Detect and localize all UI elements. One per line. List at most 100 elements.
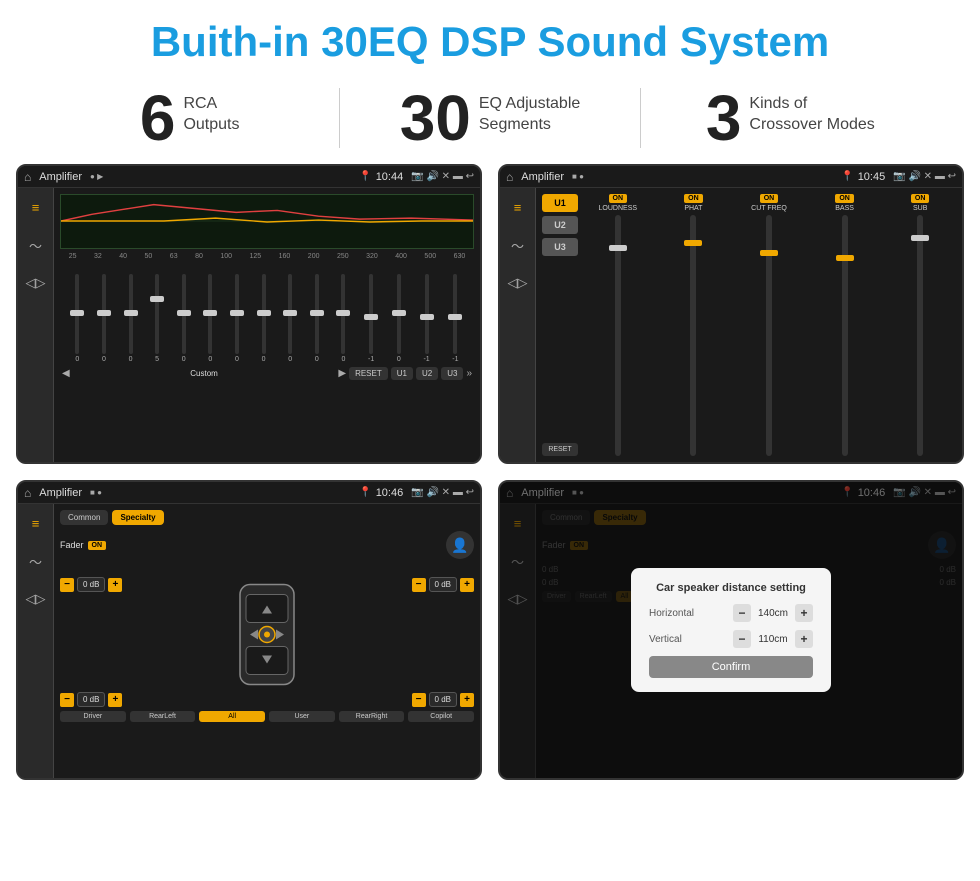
status-dots-3: ■ ●: [90, 488, 102, 497]
prev-arrow[interactable]: ◀: [62, 368, 70, 379]
stats-row: 6 RCAOutputs 30 EQ AdjustableSegments 3 …: [0, 76, 980, 164]
speaker-icon-2[interactable]: ◁▷: [505, 270, 531, 296]
tl-minus-btn[interactable]: −: [60, 578, 74, 592]
home-icon-3[interactable]: ⌂: [24, 486, 31, 500]
tab-specialty[interactable]: Specialty: [112, 510, 163, 525]
divider-2: [640, 88, 641, 148]
bass-slider[interactable]: [842, 215, 848, 456]
tab-common[interactable]: Common: [60, 510, 108, 525]
speaker-icon[interactable]: ◁▷: [23, 270, 49, 296]
ch-loudness: ON LOUDNESS: [582, 194, 654, 456]
u1-channel-btn[interactable]: U1: [542, 194, 578, 212]
status-dots-2: ■ ●: [572, 172, 584, 181]
location-icon-2: 📍: [841, 171, 853, 182]
screen-eq: ⌂ Amplifier ● ▶ 📍 10:44 📷 🔊 ✕ ▬ ↩ ≡ 〜 ◁▷: [16, 164, 482, 464]
speaker-control-tr: − 0 dB +: [412, 577, 474, 592]
eq-icon-3[interactable]: ≡: [23, 510, 49, 536]
sub-on-badge: ON: [911, 194, 930, 203]
speaker-layout: − 0 dB + − 0 dB +: [60, 567, 474, 707]
dialog-overlay: Car speaker distance setting Horizontal …: [500, 482, 962, 778]
bl-vol-value: 0 dB: [77, 692, 105, 707]
fader-header: Fader ON 👤: [60, 531, 474, 559]
horizontal-label: Horizontal: [649, 608, 694, 619]
cutfreq-label: CUT FREQ: [751, 205, 787, 212]
eq-sliders: 0 0 0 5 0 0 0 0 0 0 0 -1 0 -1 -1: [60, 263, 474, 363]
stat-number-eq: 30: [400, 86, 471, 150]
eq-icon[interactable]: ≡: [23, 194, 49, 220]
user-btn[interactable]: User: [269, 711, 335, 722]
status-bar-2: ⌂ Amplifier ■ ● 📍 10:45 📷 🔊 ✕ ▬ ↩: [500, 166, 962, 188]
rear-right-btn[interactable]: RearRight: [339, 711, 405, 722]
screens-grid: ⌂ Amplifier ● ▶ 📍 10:44 📷 🔊 ✕ ▬ ↩ ≡ 〜 ◁▷: [0, 164, 980, 796]
br-plus-btn[interactable]: +: [460, 693, 474, 707]
loudness-on-badge: ON: [609, 194, 628, 203]
u1-btn[interactable]: U1: [391, 367, 413, 380]
reset-btn[interactable]: RESET: [349, 367, 388, 380]
amp2-reset-btn[interactable]: RESET: [542, 443, 578, 456]
tr-vol-value: 0 dB: [429, 577, 457, 592]
all-btn[interactable]: All: [199, 711, 265, 722]
bl-minus-btn[interactable]: −: [60, 693, 74, 707]
distance-dialog: Car speaker distance setting Horizontal …: [631, 568, 831, 692]
vertical-plus-btn[interactable]: +: [795, 630, 813, 648]
ch-cutfreq: ON CUT FREQ: [733, 194, 805, 456]
app-title-3: Amplifier: [39, 487, 82, 499]
horizontal-plus-btn[interactable]: +: [795, 604, 813, 622]
wave-icon-3[interactable]: 〜: [23, 548, 49, 574]
ch-phat: ON PHAT: [658, 194, 730, 456]
copilot-btn[interactable]: Copilot: [408, 711, 474, 722]
screen-dialog: ⌂ Amplifier ■ ● 📍 10:46 📷 🔊 ✕ ▬ ↩ ≡ 〜 ◁▷…: [498, 480, 964, 780]
divider-1: [339, 88, 340, 148]
rear-left-btn[interactable]: RearLeft: [130, 711, 196, 722]
fader-content: Common Specialty Fader ON 👤 − 0 dB +: [54, 504, 480, 778]
dialog-vertical-row: Vertical − 110cm +: [649, 630, 813, 648]
phat-slider[interactable]: [690, 215, 696, 456]
amp2-content: U1 U2 U3 RESET ON LOUDNESS: [536, 188, 962, 462]
more-arrow[interactable]: »: [466, 368, 472, 379]
location-icon-1: 📍: [359, 171, 371, 182]
u3-btn[interactable]: U3: [441, 367, 463, 380]
home-icon-1[interactable]: ⌂: [24, 170, 31, 184]
controls-icons-1: 📷 🔊 ✕ ▬ ↩: [411, 171, 474, 182]
u3-channel-btn[interactable]: U3: [542, 238, 578, 256]
stat-text-crossover: Kinds ofCrossover Modes: [749, 86, 874, 136]
u2-btn[interactable]: U2: [416, 367, 438, 380]
left-sidebar-3: ≡ 〜 ◁▷: [18, 504, 54, 778]
next-arrow[interactable]: ▶: [338, 368, 346, 379]
status-dots-1: ● ▶: [90, 172, 103, 181]
bl-plus-btn[interactable]: +: [108, 693, 122, 707]
tr-minus-btn[interactable]: −: [412, 578, 426, 592]
horizontal-value: 140cm: [755, 608, 791, 619]
sub-slider[interactable]: [917, 215, 923, 456]
loudness-slider[interactable]: [615, 215, 621, 456]
wave-icon-2[interactable]: 〜: [505, 232, 531, 258]
stat-number-rca: 6: [140, 86, 176, 150]
profile-icon[interactable]: 👤: [446, 531, 474, 559]
cutfreq-slider[interactable]: [766, 215, 772, 456]
fader-on-badge: ON: [88, 541, 107, 550]
dialog-title: Car speaker distance setting: [649, 582, 813, 594]
screen-amp2: ⌂ Amplifier ■ ● 📍 10:45 📷 🔊 ✕ ▬ ↩ ≡ 〜 ◁▷…: [498, 164, 964, 464]
home-icon-2[interactable]: ⌂: [506, 170, 513, 184]
tr-plus-btn[interactable]: +: [460, 578, 474, 592]
tl-vol-value: 0 dB: [77, 577, 105, 592]
amp2-channels: ON LOUDNESS ON PHAT: [582, 194, 956, 456]
app-title-2: Amplifier: [521, 171, 564, 183]
speaker-icon-3[interactable]: ◁▷: [23, 586, 49, 612]
eq-icon-2[interactable]: ≡: [505, 194, 531, 220]
wave-icon[interactable]: 〜: [23, 232, 49, 258]
u2-channel-btn[interactable]: U2: [542, 216, 578, 234]
confirm-button[interactable]: Confirm: [649, 656, 813, 678]
tl-plus-btn[interactable]: +: [108, 578, 122, 592]
speaker-control-br: − 0 dB +: [412, 692, 474, 707]
br-vol-value: 0 dB: [429, 692, 457, 707]
driver-btn[interactable]: Driver: [60, 711, 126, 722]
time-1: 10:44: [376, 171, 404, 183]
horizontal-minus-btn[interactable]: −: [733, 604, 751, 622]
status-bar-3: ⌂ Amplifier ■ ● 📍 10:46 📷 🔊 ✕ ▬ ↩: [18, 482, 480, 504]
car-diagram: [232, 580, 302, 695]
controls-icons-3: 📷 🔊 ✕ ▬ ↩: [411, 487, 474, 498]
br-minus-btn[interactable]: −: [412, 693, 426, 707]
horizontal-controls: − 140cm +: [733, 604, 813, 622]
vertical-minus-btn[interactable]: −: [733, 630, 751, 648]
